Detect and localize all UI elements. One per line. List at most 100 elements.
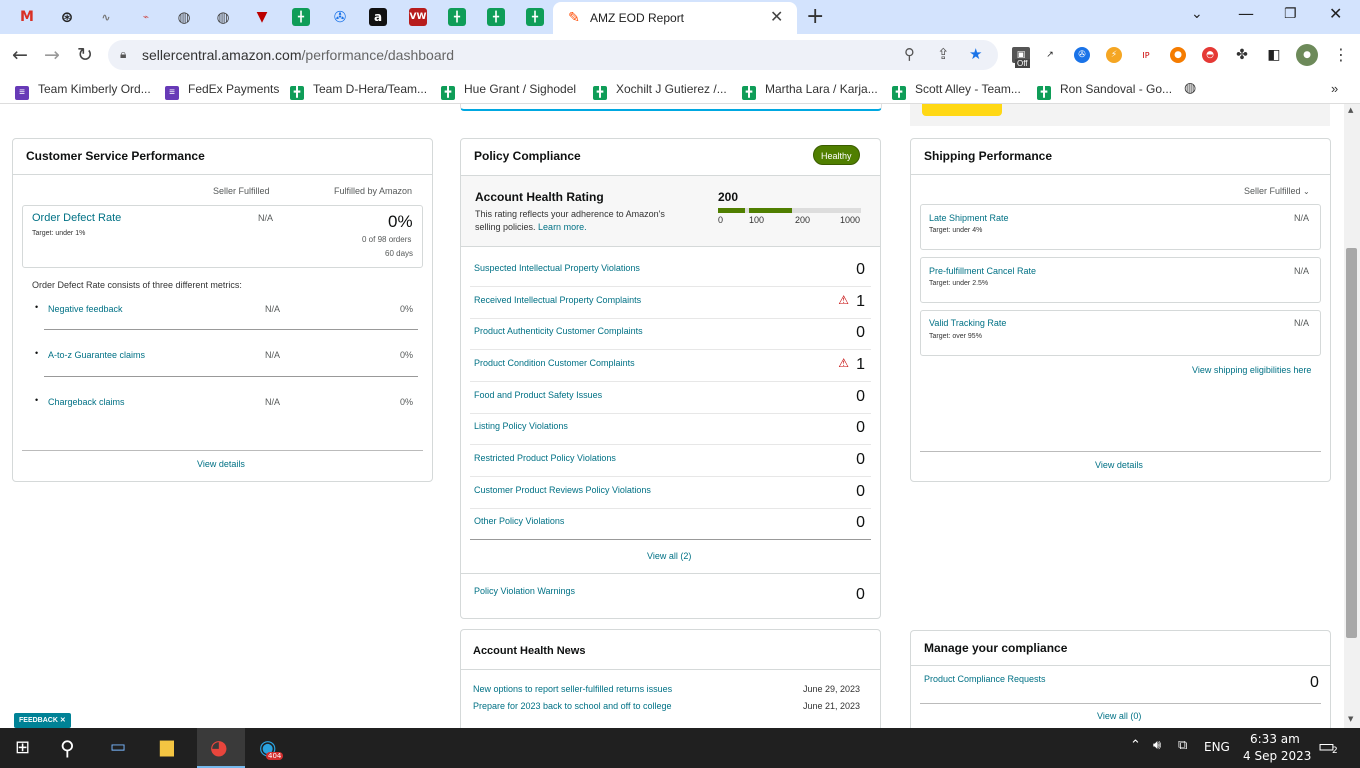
close-window-icon[interactable]: ✕ — [1329, 4, 1342, 23]
policy-row-label[interactable]: Restricted Product Policy Violations — [474, 453, 616, 463]
policy-row[interactable]: Received Intellectual Property Complaint… — [470, 287, 871, 319]
more-bookmarks-icon[interactable]: » — [1331, 81, 1338, 96]
policy-row[interactable]: Food and Product Safety Issues 0 — [470, 382, 871, 414]
policy-row-label[interactable]: Received Intellectual Property Complaint… — [474, 295, 641, 305]
back-icon[interactable]: ← — [12, 44, 28, 66]
reload-icon[interactable]: ↻ — [77, 44, 93, 66]
bookmark-item[interactable]: ╋ Team D-Hera/Team... — [290, 82, 427, 100]
policy-row-label[interactable]: Listing Policy Violations — [474, 421, 568, 431]
bookmark-item[interactable]: ╋ Scott Alley - Team... — [892, 82, 1021, 100]
globe-icon[interactable]: ◍ — [214, 8, 232, 26]
shipping-metric-link[interactable]: Late Shipment Rate — [929, 213, 1009, 223]
metric-link[interactable]: Chargeback claims — [48, 397, 125, 407]
globe-bookmark-icon[interactable]: ◍ — [1184, 80, 1196, 96]
sheets-icon[interactable]: ╋ — [448, 8, 466, 26]
shipping-eligibilities-link[interactable]: View shipping eligibilities here — [1192, 365, 1311, 375]
share-icon[interactable]: ⇪ — [937, 45, 950, 63]
globe-icon[interactable]: ◍ — [175, 8, 193, 26]
close-tab-icon[interactable]: ✕ — [770, 7, 783, 26]
search-icon[interactable]: ⚲ — [60, 736, 75, 760]
policy-row-label[interactable]: Suspected Intellectual Property Violatio… — [474, 263, 640, 273]
metric-link[interactable]: A-to-z Guarantee claims — [48, 350, 145, 360]
metric-link[interactable]: Negative feedback — [48, 304, 123, 314]
lock-icon[interactable]: 🔒︎ — [120, 47, 126, 62]
scroll-down-icon[interactable]: ▼ — [1348, 715, 1353, 723]
news-link[interactable]: New options to report seller-fulfilled r… — [473, 684, 672, 694]
bookmark-item[interactable]: ╋ Martha Lara / Karja... — [742, 82, 878, 100]
sheets-icon[interactable]: ╋ — [526, 8, 544, 26]
policy-row-label[interactable]: Product Condition Customer Complaints — [474, 358, 635, 368]
ip-alert-extension-icon[interactable]: IP — [1138, 47, 1154, 63]
volume-icon[interactable]: 🔊︎ — [1153, 738, 1161, 753]
language-indicator[interactable]: ENG — [1204, 740, 1230, 754]
bookmark-item[interactable]: ≡ Team Kimberly Ord... — [15, 82, 151, 100]
forward-icon[interactable]: → — [44, 44, 60, 66]
shipping-metric-link[interactable]: Pre-fulfillment Cancel Rate — [929, 266, 1036, 276]
shield-tab-icon[interactable]: ▼ — [253, 8, 271, 26]
extensions-puzzle-icon[interactable]: ✤ — [1234, 47, 1250, 63]
chrome-icon[interactable]: ◕ — [210, 735, 227, 759]
fulfillment-filter[interactable]: Seller Fulfilled ⌄ — [1244, 186, 1310, 196]
upper-yellow-button[interactable] — [922, 104, 1002, 116]
sheets-icon[interactable]: ╋ — [292, 8, 310, 26]
bookmark-item[interactable]: ≡ FedEx Payments — [165, 82, 279, 100]
policy-row-label[interactable]: Other Policy Violations — [474, 516, 564, 526]
clock-time[interactable]: 6:33 am — [1250, 732, 1300, 746]
view-all-link[interactable]: View all (2) — [647, 551, 691, 561]
chatgpt-icon[interactable]: ⊛ — [58, 8, 76, 26]
vw-icon[interactable]: VW — [409, 8, 427, 26]
pokeball-extension-icon[interactable]: ◓ — [1202, 47, 1218, 63]
crosshair-icon[interactable]: ✇ — [331, 8, 349, 26]
chevron-up-icon[interactable]: ⌃ — [1130, 738, 1141, 753]
view-details-link[interactable]: View details — [1095, 460, 1143, 470]
url-text[interactable]: sellercentral.amazon.com/performance/das… — [142, 47, 454, 63]
policy-row[interactable]: Product Authenticity Customer Complaints… — [470, 318, 871, 350]
bookmark-star-icon[interactable]: ★ — [969, 45, 982, 63]
policy-row[interactable]: Customer Product Reviews Policy Violatio… — [470, 477, 871, 509]
policy-row[interactable]: Product Condition Customer Complaints ⚠ 1 — [470, 350, 871, 382]
bookmark-item[interactable]: ╋ Ron Sandoval - Go... — [1037, 82, 1172, 100]
menu-kebab-icon[interactable]: ⋮ — [1333, 45, 1349, 64]
scroll-up-icon[interactable]: ▲ — [1348, 106, 1353, 114]
restore-icon[interactable]: ❐ — [1284, 6, 1297, 22]
side-panel-icon[interactable]: ◧ — [1266, 47, 1282, 63]
windows-start-icon[interactable]: ⊞ — [15, 737, 30, 758]
site-tab-icon[interactable]: ∿ — [97, 8, 115, 26]
active-tab[interactable]: ✎ AMZ EOD Report ✕ — [553, 2, 797, 34]
policy-row-label[interactable]: Customer Product Reviews Policy Violatio… — [474, 485, 651, 495]
boost-extension-icon[interactable]: ⚡ — [1106, 47, 1122, 63]
learn-more-link[interactable]: Learn more. — [538, 222, 587, 232]
profile-avatar-icon[interactable]: ● — [1296, 44, 1318, 66]
zoom-icon[interactable]: ⚲ — [904, 45, 915, 63]
cursor-extension-icon[interactable]: ↗ — [1042, 47, 1058, 63]
close-icon[interactable]: ✕ — [60, 717, 66, 724]
desktop-app-icon[interactable]: ▭ — [110, 737, 126, 757]
minimize-icon[interactable]: — — [1238, 4, 1254, 23]
file-explorer-icon[interactable]: ▆ — [160, 736, 174, 757]
feedback-button[interactable]: FEEDBACK ✕ — [14, 713, 71, 728]
policy-row[interactable]: Restricted Product Policy Violations 0 — [470, 445, 871, 477]
policy-row[interactable]: Suspected Intellectual Property Violatio… — [470, 255, 871, 287]
news-link[interactable]: Prepare for 2023 back to school and off … — [473, 701, 671, 711]
amazon-icon[interactable]: a — [369, 8, 387, 26]
shipping-metric-link[interactable]: Valid Tracking Rate — [929, 318, 1006, 328]
orange-extension-icon[interactable]: ● — [1170, 47, 1186, 63]
new-tab-icon[interactable]: + — [806, 4, 824, 29]
policy-row-label[interactable]: Food and Product Safety Issues — [474, 390, 602, 400]
policy-row[interactable]: Listing Policy Violations 0 — [470, 413, 871, 445]
crosshair-extension-icon[interactable]: ✇ — [1074, 47, 1090, 63]
bookmark-item[interactable]: ╋ Hue Grant / Sighodel — [441, 82, 576, 100]
view-all-link[interactable]: View all (0) — [1097, 711, 1141, 721]
gmail-icon[interactable]: M — [18, 8, 36, 26]
policy-row-label[interactable]: Product Authenticity Customer Complaints — [474, 326, 643, 336]
tab-search-icon[interactable]: ⌄ — [1191, 6, 1203, 22]
clock-date[interactable]: 4 Sep 2023 — [1243, 749, 1311, 763]
network-icon[interactable]: ⧉ — [1178, 738, 1187, 753]
address-bar[interactable]: 🔒︎ sellercentral.amazon.com/performance/… — [108, 40, 998, 70]
bookmark-item[interactable]: ╋ Xochilt J Gutierez /... — [593, 82, 727, 100]
scrollbar-thumb[interactable] — [1346, 248, 1357, 638]
view-details-link[interactable]: View details — [197, 459, 245, 469]
site-tab-icon[interactable]: ⌁ — [137, 8, 155, 26]
compliance-requests-link[interactable]: Product Compliance Requests — [924, 674, 1046, 684]
policy-row[interactable]: Other Policy Violations 0 — [470, 508, 871, 540]
